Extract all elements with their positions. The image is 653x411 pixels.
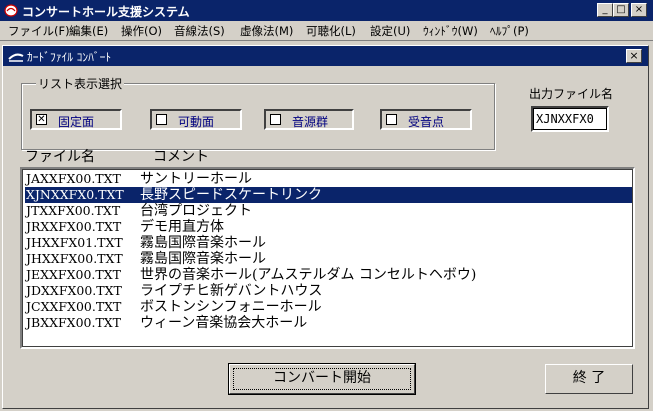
list-item-comment: 霧島国際音楽ホール <box>140 235 266 251</box>
dialog-titlebar[interactable]: ｶｰﾄﾞﾌｧｲﾙ ｺﾝﾊﾞｰﾄ × <box>3 46 648 66</box>
card-file-convert-dialog: ｶｰﾄﾞﾌｧｲﾙ ｺﾝﾊﾞｰﾄ × リスト表示選択 ✕ 固定面 可動面 音源群 … <box>2 45 649 409</box>
menu-settings[interactable]: 設定(U) <box>370 23 410 39</box>
checkbox-movable-surface[interactable]: 可動面 <box>150 109 242 130</box>
menu-bar: ファイル(F) 編集(E) 操作(O) 音線法(S) 虚像法(M) 可聴化(L)… <box>0 21 653 41</box>
checkbox-fixed-surface[interactable]: ✕ 固定面 <box>30 109 122 130</box>
list-item-comment: ライプチヒ新ゲバントハウス <box>140 283 323 299</box>
list-item-comment: サントリーホール <box>140 171 252 187</box>
maximize-button[interactable]: □ <box>613 3 629 17</box>
checkbox-source-group-box[interactable] <box>270 114 281 125</box>
list-item[interactable]: JEXXFX00.TXT 世界の音楽ホール(アムステルダム コンセルトヘボウ) <box>25 267 632 283</box>
checkbox-receiver-point-label: 受音点 <box>408 115 445 129</box>
checkbox-source-group[interactable]: 音源群 <box>264 109 354 130</box>
column-header-filename: ファイル名 <box>25 149 95 165</box>
minimize-icon: _ <box>602 4 608 15</box>
list-item-filename: JHXXFX00.TXT <box>26 251 123 266</box>
group-label: リスト表示選択 <box>36 75 125 92</box>
checkbox-receiver-point-box[interactable] <box>386 114 397 125</box>
list-item[interactable]: JBXXFX00.TXT ウィーン音楽協会大ホール <box>25 315 632 331</box>
menu-edit[interactable]: 編集(E) <box>69 23 108 39</box>
output-filename-value[interactable]: XJNXXFX0 <box>533 108 607 130</box>
output-filename-input[interactable]: XJNXXFX0 <box>531 106 609 132</box>
list-item[interactable]: JDXXFX00.TXT ライプチヒ新ゲバントハウス <box>25 283 632 299</box>
window-title: コンサートホール支援システム <box>22 5 190 19</box>
menu-auralization[interactable]: 可聴化(L) <box>306 23 356 39</box>
list-item-filename: JRXXFX00.TXT <box>26 219 122 234</box>
column-header-comment: コメント <box>153 149 209 165</box>
maximize-icon: □ <box>616 4 626 15</box>
checkbox-fixed-surface-label: 固定面 <box>58 115 95 129</box>
file-listbox[interactable]: JAXXFX00.TXT サントリーホール XJNXXFX0.TXT 長野スピードス… <box>20 167 635 349</box>
close-icon: × <box>629 49 639 62</box>
checkbox-receiver-point[interactable]: 受音点 <box>380 109 472 130</box>
menu-file[interactable]: ファイル(F) <box>8 23 70 39</box>
list-item[interactable]: JAXXFX00.TXT サントリーホール <box>25 171 632 187</box>
list-item-comment: 長野スピードスケートリンク <box>140 187 322 203</box>
minimize-button[interactable]: _ <box>597 3 613 17</box>
list-item-filename: XJNXXFX0.TXT <box>26 187 124 202</box>
list-item[interactable]: JCXXFX00.TXT ボストンシンフォニーホール <box>25 299 632 315</box>
file-list: JAXXFX00.TXT サントリーホール XJNXXFX0.TXT 長野スピードス… <box>22 169 633 347</box>
list-item[interactable]: JHXXFX00.TXT 霧島国際音楽ホール <box>25 251 632 267</box>
dialog-icon <box>8 53 24 62</box>
list-item-filename: JTXXFX00.TXT <box>26 203 121 218</box>
checkbox-source-group-label: 音源群 <box>292 115 329 129</box>
list-item-comment: デモ用直方体 <box>140 219 224 235</box>
close-icon: × <box>634 4 644 15</box>
checkbox-fixed-surface-box[interactable]: ✕ <box>36 114 47 125</box>
list-item-comment: 世界の音楽ホール(アムステルダム コンセルトヘボウ) <box>140 267 477 283</box>
list-item-filename: JBXXFX00.TXT <box>26 315 122 330</box>
list-item-filename: JDXXFX00.TXT <box>26 283 122 298</box>
list-item-comment: 台湾プロジェクト <box>140 203 252 219</box>
list-item-selected[interactable]: XJNXXFX0.TXT 長野スピードスケートリンク <box>25 187 632 203</box>
close-button[interactable]: × <box>631 3 647 17</box>
list-item[interactable]: JRXXFX00.TXT デモ用直方体 <box>25 219 632 235</box>
list-item-filename: JEXXFX00.TXT <box>26 267 121 282</box>
list-display-selection-group: リスト表示選択 ✕ 固定面 可動面 音源群 受音点 <box>21 75 495 150</box>
list-item[interactable]: JHXXFX01.TXT 霧島国際音楽ホール <box>25 235 632 251</box>
menu-window[interactable]: ｳｨﾝﾄﾞｳ(W) <box>423 23 478 39</box>
convert-start-button[interactable]: コンバート開始 <box>228 363 416 395</box>
exit-button[interactable]: 終 了 <box>545 364 633 394</box>
menu-image-method[interactable]: 虚像法(M) <box>240 23 293 39</box>
menu-help[interactable]: ﾍﾙﾌﾟ(P) <box>490 23 529 39</box>
list-item-comment: ウィーン音楽協会大ホール <box>140 315 308 331</box>
list-item-filename: JCXXFX00.TXT <box>26 299 122 314</box>
list-item[interactable]: JTXXFX00.TXT 台湾プロジェクト <box>25 203 632 219</box>
output-filename-label: 出力ファイル名 <box>529 87 614 101</box>
list-item-filename: JAXXFX00.TXT <box>26 171 121 186</box>
checkbox-movable-surface-box[interactable] <box>156 114 167 125</box>
menu-ray-method[interactable]: 音線法(S) <box>174 23 225 39</box>
convert-start-focus-rect <box>233 368 411 390</box>
menu-operation[interactable]: 操作(O) <box>121 23 162 39</box>
dialog-title: ｶｰﾄﾞﾌｧｲﾙ ｺﾝﾊﾞｰﾄ <box>27 50 112 64</box>
window-titlebar[interactable]: コンサートホール支援システム _ □ × <box>0 0 653 21</box>
dialog-close-button[interactable]: × <box>626 49 642 63</box>
list-item-comment: ボストンシンフォニーホール <box>140 299 322 315</box>
checkbox-movable-surface-label: 可動面 <box>178 115 215 129</box>
list-item-filename: JHXXFX01.TXT <box>26 235 123 250</box>
app-icon <box>4 4 18 17</box>
exit-label: 終 了 <box>572 370 606 386</box>
list-item-comment: 霧島国際音楽ホール <box>140 251 266 267</box>
